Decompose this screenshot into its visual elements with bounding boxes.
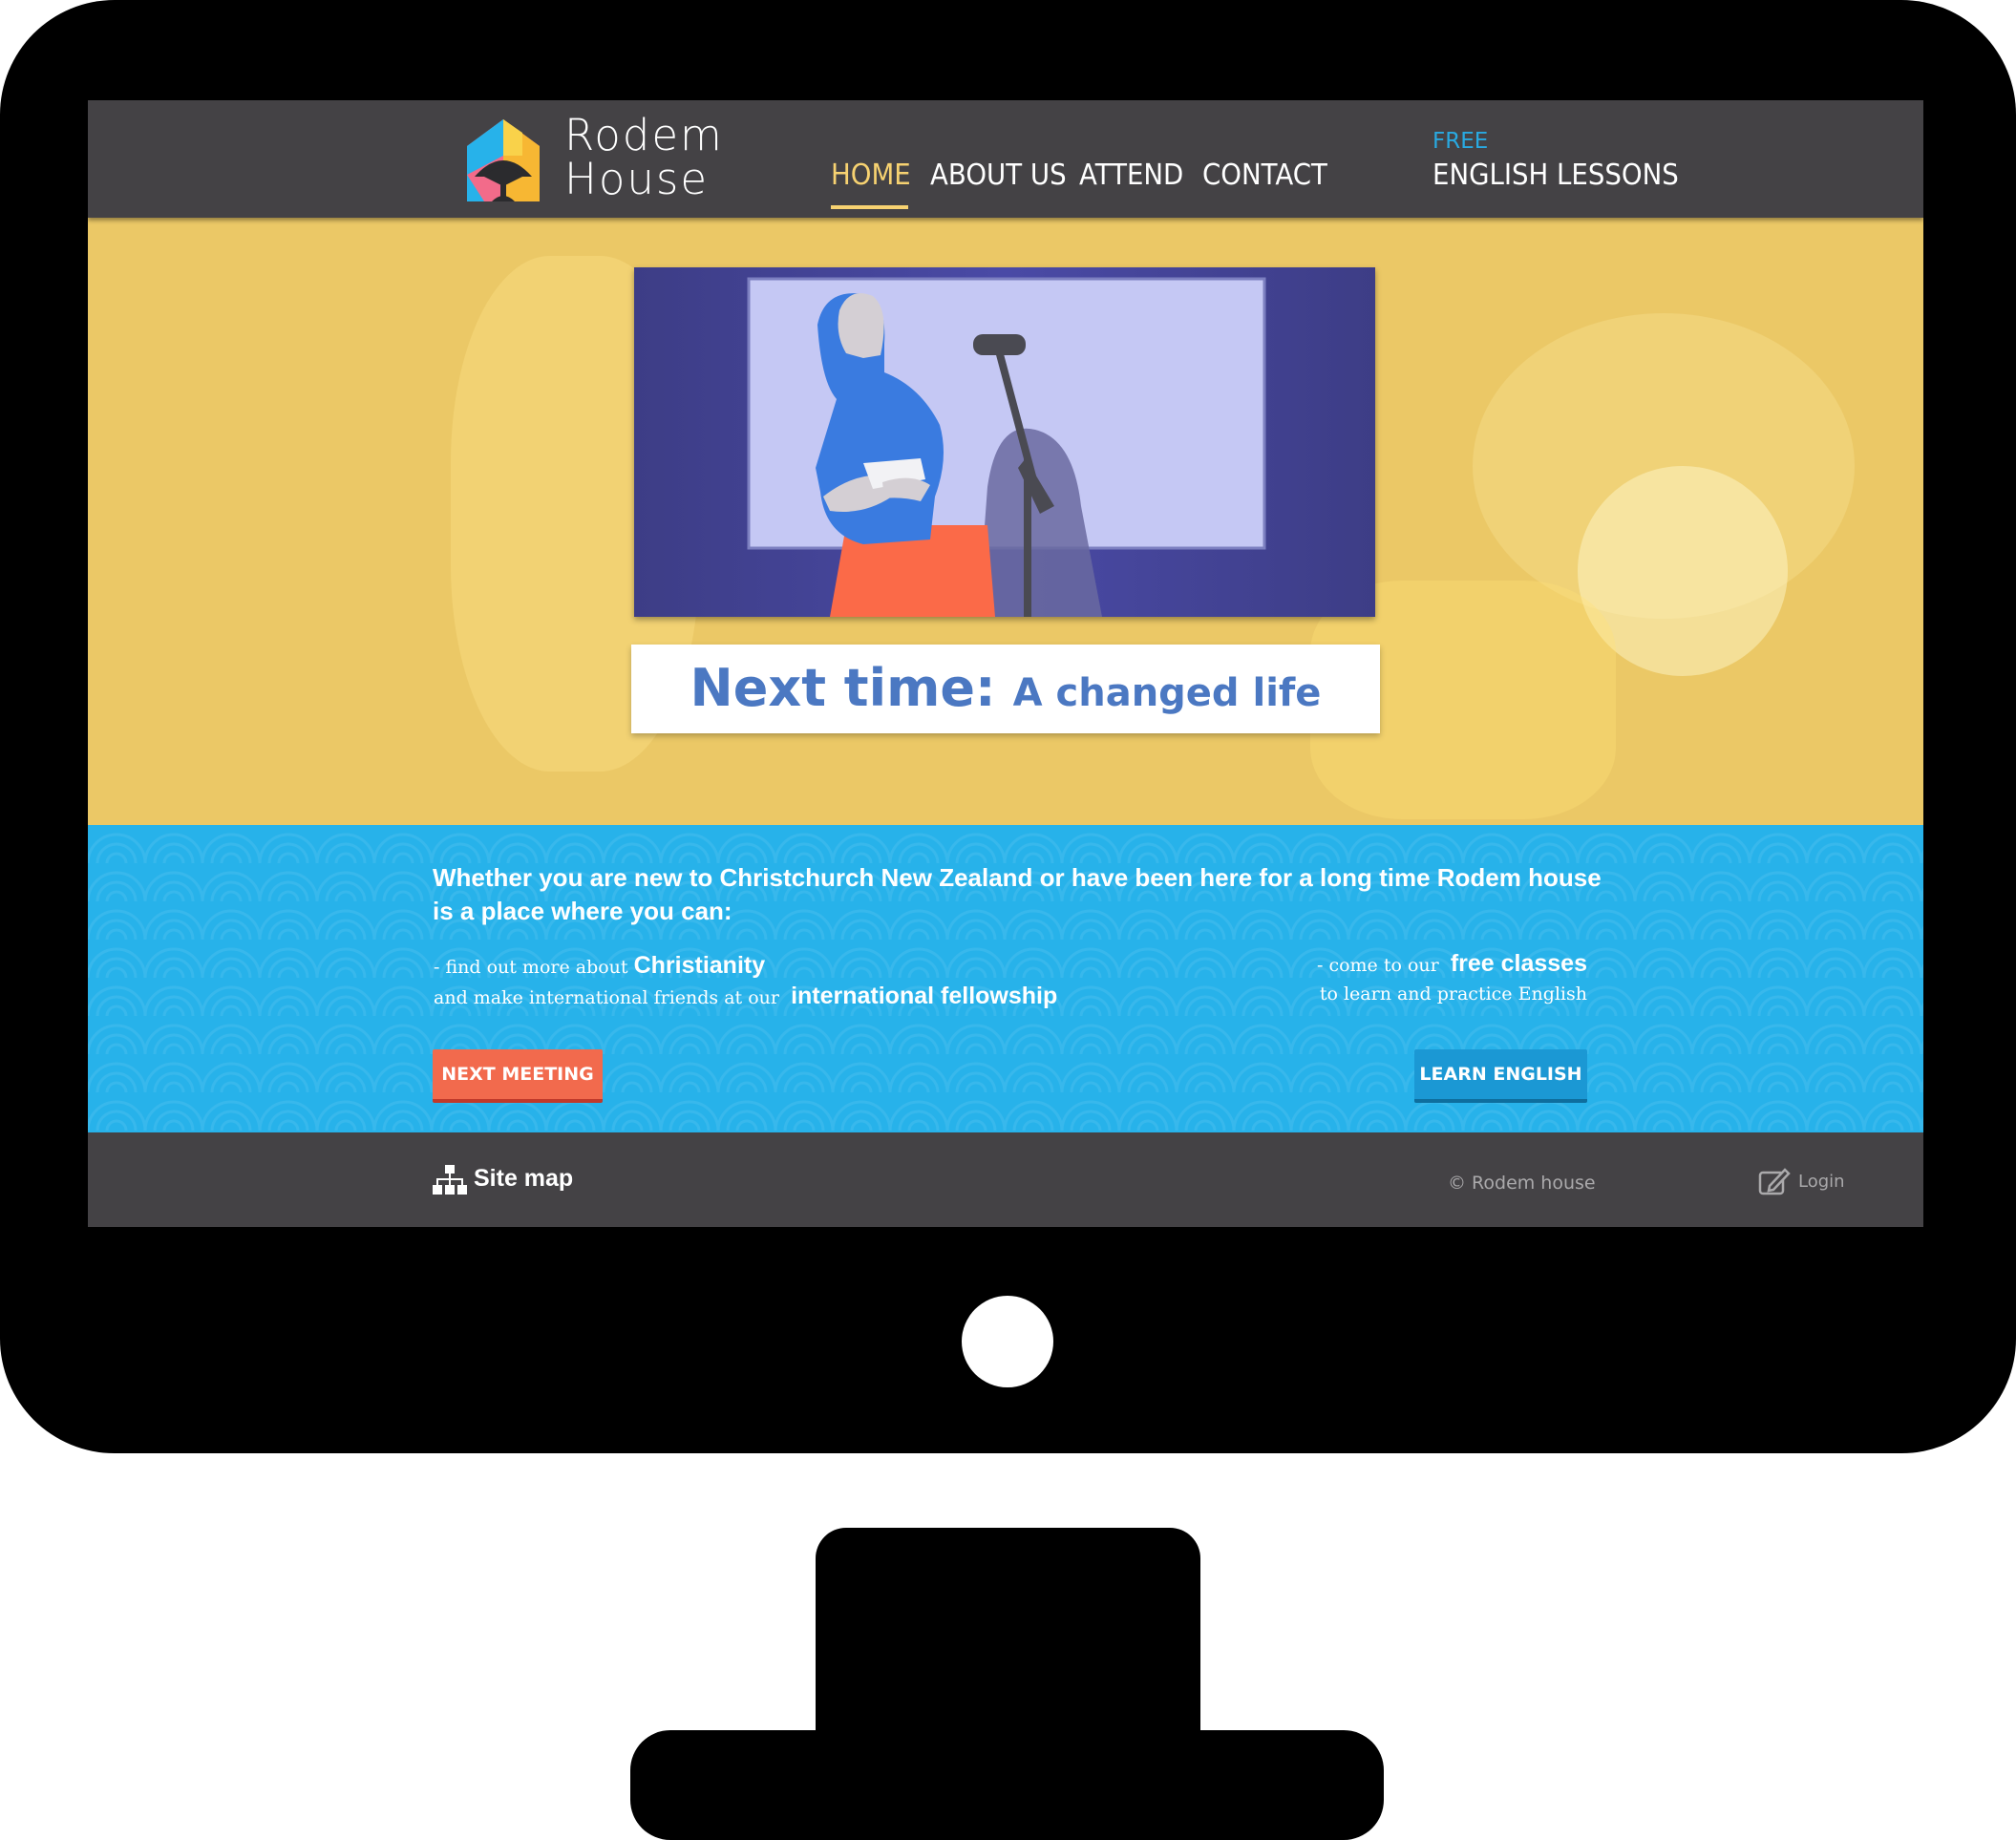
nav-about-us[interactable]: ABOUT US (930, 159, 1067, 192)
monitor-logo-dot (962, 1296, 1053, 1387)
sitemap-label: Site map (474, 1165, 574, 1192)
hero-section: Next time: A changed life (88, 218, 1923, 825)
edit-icon (1758, 1168, 1791, 1195)
site-footer: Site map © Rodem house Login (88, 1132, 1923, 1227)
free-classes-link[interactable]: free classes (1451, 950, 1587, 977)
house-fan-logo-icon (467, 119, 540, 201)
sitemap-icon (433, 1165, 467, 1195)
nav-free-tag: FREE (1432, 129, 1489, 154)
learn-english-button[interactable]: LEARN ENGLISH (1414, 1049, 1587, 1103)
logo[interactable]: Rodem House (463, 114, 731, 205)
copyright-text: © Rodem house (1448, 1173, 1596, 1194)
logo-line1: Rodem (564, 110, 724, 160)
next-meeting-button[interactable]: NEXT MEETING (433, 1049, 603, 1103)
site-header: Rodem House HOME ABOUT US ATTEND CONTACT… (88, 100, 1923, 218)
nav-home[interactable]: HOME (831, 159, 911, 192)
intro-text: Whether you are new to Christchurch New … (433, 863, 1602, 925)
login-label: Login (1798, 1172, 1845, 1192)
intro-band: Whether you are new to Christchurch New … (88, 825, 1923, 1132)
monitor-stand-neck (816, 1528, 1200, 1747)
classes-suffix: to learn and practice English (1319, 983, 1587, 1005)
hero-image[interactable] (634, 267, 1375, 617)
next-time-banner[interactable]: Next time: A changed life (631, 645, 1380, 733)
english-column: - come to our free classes to learn and … (1317, 949, 1587, 1008)
logo-text: Rodem House (564, 114, 724, 201)
nav-contact[interactable]: CONTACT (1202, 159, 1327, 192)
banner-title: A changed life (1012, 671, 1322, 715)
fellowship-prefix: and make international friends at our (434, 987, 779, 1008)
classes-prefix: - come to our (1317, 955, 1439, 976)
christianity-link[interactable]: Christianity (634, 952, 766, 979)
nav-attend[interactable]: ATTEND (1079, 159, 1183, 192)
monitor-stand-base (630, 1730, 1384, 1840)
logo-line2: House (564, 154, 710, 204)
christianity-column: - find out more about Christianity and m… (434, 951, 1057, 1012)
banner-text: Next time: A changed life (631, 658, 1380, 718)
fellowship-link[interactable]: international fellowship (791, 983, 1057, 1009)
nav-active-underline (831, 205, 908, 209)
nav-english-lessons[interactable]: ENGLISH LESSONS (1432, 159, 1679, 192)
banner-label: Next time: (690, 658, 996, 718)
woman-speaking-illustration (634, 267, 1375, 617)
christianity-prefix: - find out more about (434, 957, 628, 978)
website-screen: Rodem House HOME ABOUT US ATTEND CONTACT… (88, 100, 1923, 1227)
